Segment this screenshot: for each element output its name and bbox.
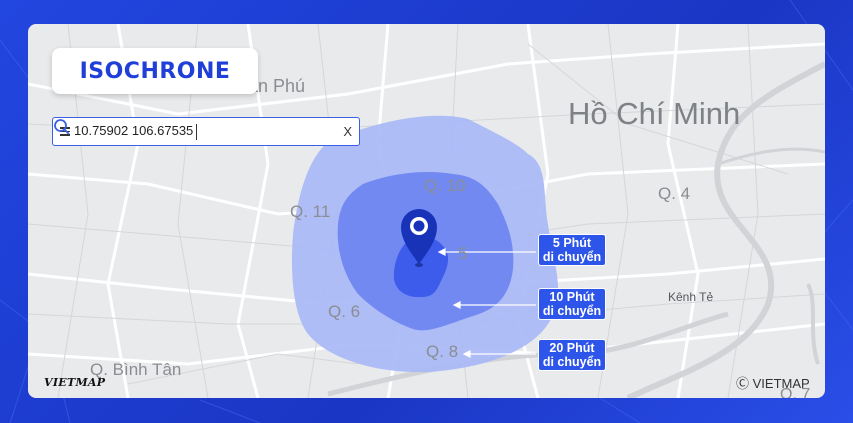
- callout-5min-line1: 5 Phút: [552, 236, 592, 250]
- place-label-q4: Q. 4: [658, 184, 691, 203]
- place-label-q11: Q. 11: [290, 202, 331, 221]
- callout-10min: 10 Phút di chuyển: [538, 288, 606, 320]
- callout-20min-line2: di chuyển: [542, 355, 602, 369]
- callout-10min-line2: di chuyển: [542, 304, 602, 318]
- callout-10min-line1: 10 Phút: [549, 290, 595, 304]
- callout-5min: 5 Phút di chuyển: [538, 234, 606, 266]
- callout-20min-line1: 20 Phút: [549, 341, 595, 355]
- callout-20min: 20 Phút di chuyển: [538, 339, 606, 371]
- search-input-wrapper[interactable]: 10.75902 106.67535: [74, 123, 343, 140]
- search-icon[interactable]: [53, 118, 71, 136]
- title-card: ISOCHRONE: [52, 48, 258, 94]
- search-input[interactable]: 10.75902 106.67535: [74, 123, 193, 138]
- place-label-q5: 5: [458, 244, 468, 263]
- vietmap-logo: VIETMAP: [44, 376, 106, 389]
- place-label-q6: Q. 6: [328, 302, 361, 321]
- map-view[interactable]: ân Phú Hồ Chí Minh Q. 10 Q. 11 Q. 4 5 Q.…: [28, 24, 825, 398]
- callout-5min-line2: di chuyển: [542, 250, 602, 264]
- text-caret: [196, 123, 198, 140]
- page-title: ISOCHRONE: [79, 58, 231, 84]
- place-label-q8: Q. 8: [426, 342, 459, 361]
- place-label-ho-chi-minh: Hồ Chí Minh: [568, 96, 741, 131]
- close-icon[interactable]: X: [343, 124, 352, 139]
- map-copyright: Ⓒ VIETMAP: [736, 376, 810, 391]
- search-bar[interactable]: 10.75902 106.67535 X: [52, 117, 360, 146]
- place-label-kenh-te: Kênh Tẻ: [668, 290, 714, 304]
- place-label-q10: Q. 10: [424, 176, 466, 195]
